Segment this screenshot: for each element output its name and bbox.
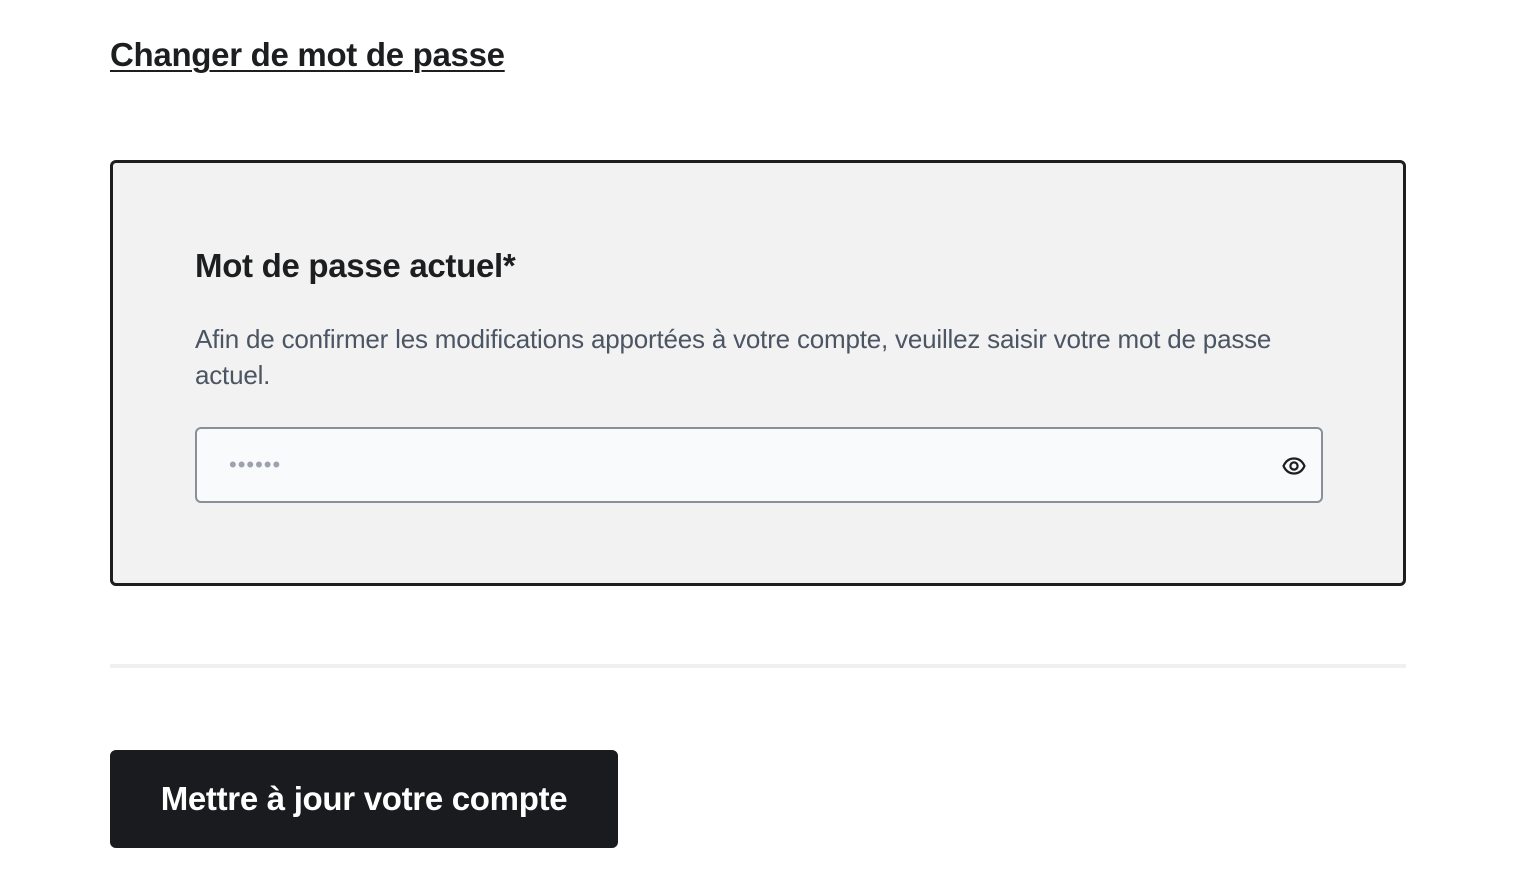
account-settings-page: Changer de mot de passe Mot de passe act… [0, 0, 1522, 890]
update-account-button[interactable]: Mettre à jour votre compte [110, 750, 618, 848]
section-divider [110, 664, 1406, 668]
eye-icon[interactable] [1281, 453, 1307, 479]
change-password-link[interactable]: Changer de mot de passe [110, 36, 505, 74]
current-password-input[interactable] [197, 429, 1237, 501]
eye-icon-glyph [1282, 457, 1306, 475]
current-password-label: Mot de passe actuel* [195, 247, 516, 284]
current-password-hint: Afin de confirmer les modifications appo… [195, 324, 1272, 390]
current-password-panel: Mot de passe actuel* Afin de confirmer l… [110, 160, 1406, 586]
current-password-field [195, 427, 1323, 503]
